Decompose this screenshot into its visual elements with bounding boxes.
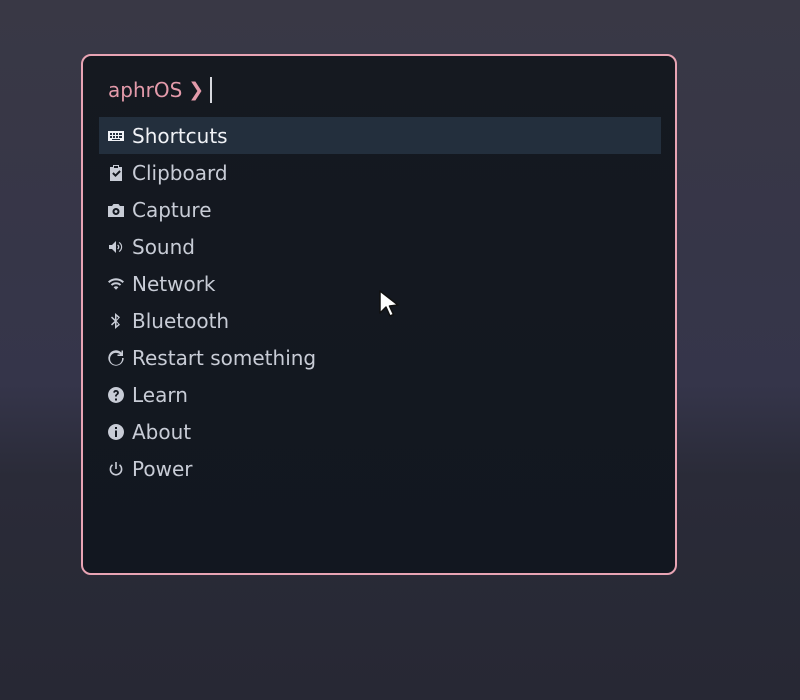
menu-item-label: About [132,419,192,444]
menu-item-label: Clipboard [132,160,228,185]
clipboard-check-icon [107,164,125,182]
command-input[interactable] [210,77,213,103]
refresh-icon [107,349,125,367]
menu-item-capture[interactable]: Capture [99,191,661,228]
menu-item-shortcuts[interactable]: Shortcuts [99,117,661,154]
power-icon [107,460,125,478]
menu-item-label: Learn [132,382,188,407]
menu-item-label: Capture [132,197,212,222]
menu-item-label: Power [132,456,193,481]
menu-item-label: Bluetooth [132,308,230,333]
menu-item-restart-something[interactable]: Restart something [99,339,661,376]
menu-item-clipboard[interactable]: Clipboard [99,154,661,191]
info-circle-icon [107,423,125,441]
bluetooth-icon [107,312,125,330]
prompt-label: aphrOS [108,78,183,102]
camera-icon [107,201,125,219]
speaker-icon [107,238,125,256]
menu-item-label: Sound [132,234,195,259]
menu-item-learn[interactable]: Learn [99,376,661,413]
menu-item-label: Restart something [132,345,317,370]
mouse-pointer-icon [379,290,399,317]
menu-item-about[interactable]: About [99,413,661,450]
prompt-row[interactable]: aphrOS ❯ [108,76,213,104]
wifi-icon [107,275,125,293]
keyboard-icon [107,127,125,145]
menu-item-label: Network [132,271,216,296]
help-circle-icon [107,386,125,404]
menu-item-power[interactable]: Power [99,450,661,487]
menu-item-label: Shortcuts [132,123,228,148]
prompt-chevron: ❯ [188,79,205,101]
menu-item-sound[interactable]: Sound [99,228,661,265]
